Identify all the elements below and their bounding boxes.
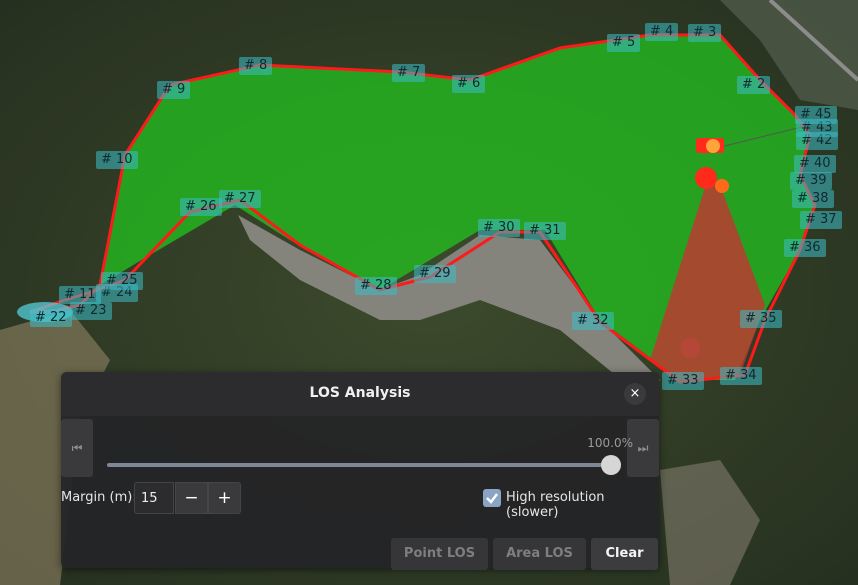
minus-icon: − [184,488,199,508]
panel-title: LOS Analysis [309,385,411,401]
area-los-button[interactable]: Area LOS [493,538,586,570]
waypoint-label[interactable]: # 39 [790,172,832,190]
checkmark-icon [486,493,498,504]
waypoint-label[interactable]: # 23 [70,302,112,320]
waypoint-label[interactable]: # 26 [180,198,222,216]
waypoint-label[interactable]: # 32 [572,312,614,330]
progress-percent: 100.0% [587,436,633,450]
target-marker [695,167,717,189]
waypoint-label[interactable]: # 25 [101,272,143,290]
waypoint-label[interactable]: # 38 [792,190,834,208]
waypoint-label[interactable]: # 9 [157,81,191,99]
waypoint-label[interactable]: # 34 [720,367,762,385]
impact-mark [680,338,700,358]
margin-increment-button[interactable]: + [208,482,241,514]
waypoint-label[interactable]: # 5 [607,34,641,52]
clear-button[interactable]: Clear [591,538,658,570]
waypoint-label[interactable]: # 6 [452,75,486,93]
observer-dot [706,139,720,153]
waypoint-label[interactable]: # 33 [662,372,704,390]
close-icon: × [629,386,641,401]
waypoint-label[interactable]: # 45 [795,106,837,124]
waypoint-label[interactable]: # 30 [478,219,520,237]
high-resolution-checkbox[interactable] [483,489,501,507]
waypoint-label[interactable]: # 7 [392,64,426,82]
waypoint-label[interactable]: # 2 [737,76,771,94]
margin-decrement-button[interactable]: − [175,482,208,514]
waypoint-label[interactable]: # 29 [414,265,456,283]
margin-input[interactable]: 15 [134,482,174,514]
waypoint-label[interactable]: # 22 [30,309,72,327]
close-button[interactable]: × [624,383,646,405]
waypoint-label[interactable]: # 8 [239,57,273,75]
waypoint-label[interactable]: # 3 [688,24,722,42]
waypoint-label[interactable]: # 37 [800,211,842,229]
progress-slider-track[interactable] [107,463,611,467]
progress-slider-thumb[interactable] [601,455,621,475]
waypoint-label[interactable]: # 28 [355,277,397,295]
skip-back-icon: ⏮ [71,441,83,455]
waypoint-label[interactable]: # 10 [96,151,138,169]
waypoint-label[interactable]: # 40 [794,155,836,173]
target-dot [715,179,729,193]
waypoint-label[interactable]: # 35 [740,310,782,328]
point-los-button[interactable]: Point LOS [391,538,488,570]
margin-label: Margin (m): [61,490,137,505]
waypoint-label[interactable]: # 31 [524,222,566,240]
waypoint-label[interactable]: # 4 [645,23,679,41]
panel-header: LOS Analysis × [61,372,659,416]
skip-back-button[interactable]: ⏮ [61,419,93,477]
waypoint-label[interactable]: # 36 [784,239,826,257]
plus-icon: + [217,488,232,508]
skip-forward-icon: ⏭ [637,441,649,455]
high-resolution-label: High resolution (slower) [506,490,605,520]
waypoint-label[interactable]: # 27 [219,190,261,208]
los-analysis-panel: LOS Analysis × ⏮ ⏭ 100.0% Margin (m): 15… [61,372,659,570]
